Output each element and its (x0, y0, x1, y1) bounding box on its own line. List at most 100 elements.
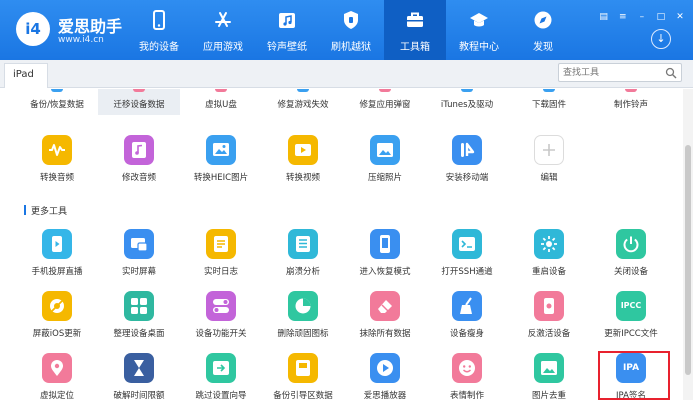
tool-icon-fragment (543, 89, 555, 92)
nav-ringtones-wallpapers[interactable]: 铃声壁纸 (256, 0, 318, 60)
gear-block-icon (42, 291, 72, 321)
realtime-screen-icon (124, 229, 154, 259)
logo-mark: i4 (16, 12, 50, 46)
tool-label: 修复应用弹窗 (359, 100, 411, 110)
image-dedupe-icon (534, 353, 564, 383)
i4-logo-icon (452, 135, 482, 165)
pie-icon (288, 291, 318, 321)
tool-label: 虚拟定位 (39, 391, 74, 400)
search-icon[interactable] (665, 67, 677, 79)
nav-label: 发现 (533, 42, 553, 53)
broom-icon (452, 291, 482, 321)
toolbox-icon (407, 12, 423, 27)
close-icon[interactable]: ✕ (675, 13, 685, 22)
graduation-cap-icon (470, 13, 488, 27)
tool-icon-fragment (461, 89, 473, 92)
nav-discover[interactable]: 发现 (512, 0, 574, 60)
music-icon (279, 13, 295, 28)
tool-label: 备份/恢复数据 (30, 100, 84, 110)
tool-label: 制作铃声 (613, 100, 648, 110)
section-title: 更多工具 (31, 207, 68, 217)
tool-label: 进入恢复模式 (359, 267, 411, 277)
minimize-icon[interactable]: – (637, 13, 647, 22)
nav-label: 教程中心 (459, 42, 499, 53)
nav-flash-jailbreak[interactable]: 刷机越狱 (320, 0, 382, 60)
backup-boot-icon (288, 353, 318, 383)
nav-label: 工具箱 (400, 42, 430, 53)
tool-label: 下载固件 (531, 100, 566, 110)
tool-label: 破解时间限额 (113, 391, 165, 400)
tool-label: iTunes及驱动 (440, 100, 494, 110)
compass-icon (534, 11, 552, 29)
tool-label: 转换视频 (285, 173, 320, 183)
tool-backup-restore[interactable]: 备份/恢复数据 (16, 89, 98, 115)
tool-make-ringtone[interactable]: 制作铃声 (590, 89, 672, 115)
tool-label: 屏蔽iOS更新 (32, 329, 82, 339)
nav-tutorials[interactable]: 教程中心 (448, 0, 510, 60)
tool-label: 爱思播放器 (363, 391, 407, 400)
toolbox-content: 备份/恢复数据 迁移设备数据 虚拟U盘 修复游戏失效 修复应用弹窗 iTunes… (0, 89, 683, 400)
maximize-icon[interactable]: □ (656, 13, 666, 22)
tool-icon-fragment (133, 89, 145, 92)
tool-label: 实时屏幕 (121, 267, 156, 277)
tool-itunes-driver[interactable]: iTunes及驱动 (426, 89, 508, 115)
terminal-icon (452, 229, 482, 259)
tool-label: 重启设备 (531, 267, 566, 277)
tool-fix-app-popup[interactable]: 修复应用弹窗 (344, 89, 426, 115)
appstore-icon (215, 12, 231, 27)
tool-download-firmware[interactable]: 下载固件 (508, 89, 590, 115)
tool-label: 修改音频 (121, 173, 156, 183)
app-name: 爱思助手 (58, 17, 123, 36)
menu-icon[interactable]: ≡ (618, 13, 628, 22)
shield-icon (344, 11, 358, 29)
hourglass-icon (124, 353, 154, 383)
skip-setup-icon (206, 353, 236, 383)
video-icon (288, 135, 318, 165)
tool-label: 设备功能开关 (195, 329, 247, 339)
search-box[interactable] (558, 63, 682, 82)
emoji-icon (452, 353, 482, 383)
tool-icon-fragment (51, 89, 63, 92)
ipcc-text: IPCC (620, 301, 642, 310)
play-icon (370, 353, 400, 383)
eraser-icon (370, 291, 400, 321)
nav-my-device[interactable]: 我的设备 (128, 0, 190, 60)
scrollbar-thumb[interactable] (685, 145, 691, 375)
log-icon (206, 229, 236, 259)
nav-toolbox[interactable]: 工具箱 (384, 0, 446, 60)
window-controls: ▤ ≡ – □ ✕ (595, 4, 685, 22)
tool-label: 更新IPCC文件 (604, 329, 658, 339)
tab-ipad[interactable]: iPad (4, 63, 48, 88)
tool-fix-game[interactable]: 修复游戏失效 (262, 89, 344, 115)
vertical-scrollbar[interactable] (683, 89, 693, 400)
download-circle-icon[interactable]: ↓ (651, 29, 671, 49)
nav-label: 刷机越狱 (331, 42, 371, 53)
grid-icon (124, 291, 154, 321)
plus-icon (534, 135, 564, 165)
toggle-icon (206, 291, 236, 321)
tool-label: 整理设备桌面 (113, 329, 165, 339)
phone-icon (153, 10, 165, 30)
section-marker (24, 205, 26, 215)
tool-label: 转换HEIC图片 (193, 173, 249, 183)
tool-label: 图片去重 (531, 391, 566, 400)
tool-label: 手机投屏直播 (31, 267, 83, 277)
ipcc-icon: IPCC (616, 291, 646, 321)
highlight-annotation (598, 351, 670, 400)
nav-apps-games[interactable]: 应用游戏 (192, 0, 254, 60)
tool-label: 转换音频 (39, 173, 74, 183)
tool-label: 崩溃分析 (285, 267, 320, 277)
tool-label: 关闭设备 (613, 267, 648, 277)
tool-migrate-data[interactable]: 迁移设备数据 (98, 89, 180, 115)
search-input[interactable] (563, 65, 659, 80)
nav-label: 应用游戏 (203, 42, 243, 53)
power-icon (616, 229, 646, 259)
tool-label: 设备瘦身 (449, 329, 484, 339)
tshirt-icon[interactable]: ▤ (599, 13, 609, 22)
tool-label: 编辑 (540, 173, 558, 183)
tool-label: 表情制作 (449, 391, 484, 400)
tool-virtual-udisk[interactable]: 虚拟U盘 (180, 89, 262, 115)
tool-icon-fragment (625, 89, 637, 92)
tool-label: 删除顽固图标 (277, 329, 329, 339)
tool-label: 跳过设置向导 (195, 391, 247, 400)
